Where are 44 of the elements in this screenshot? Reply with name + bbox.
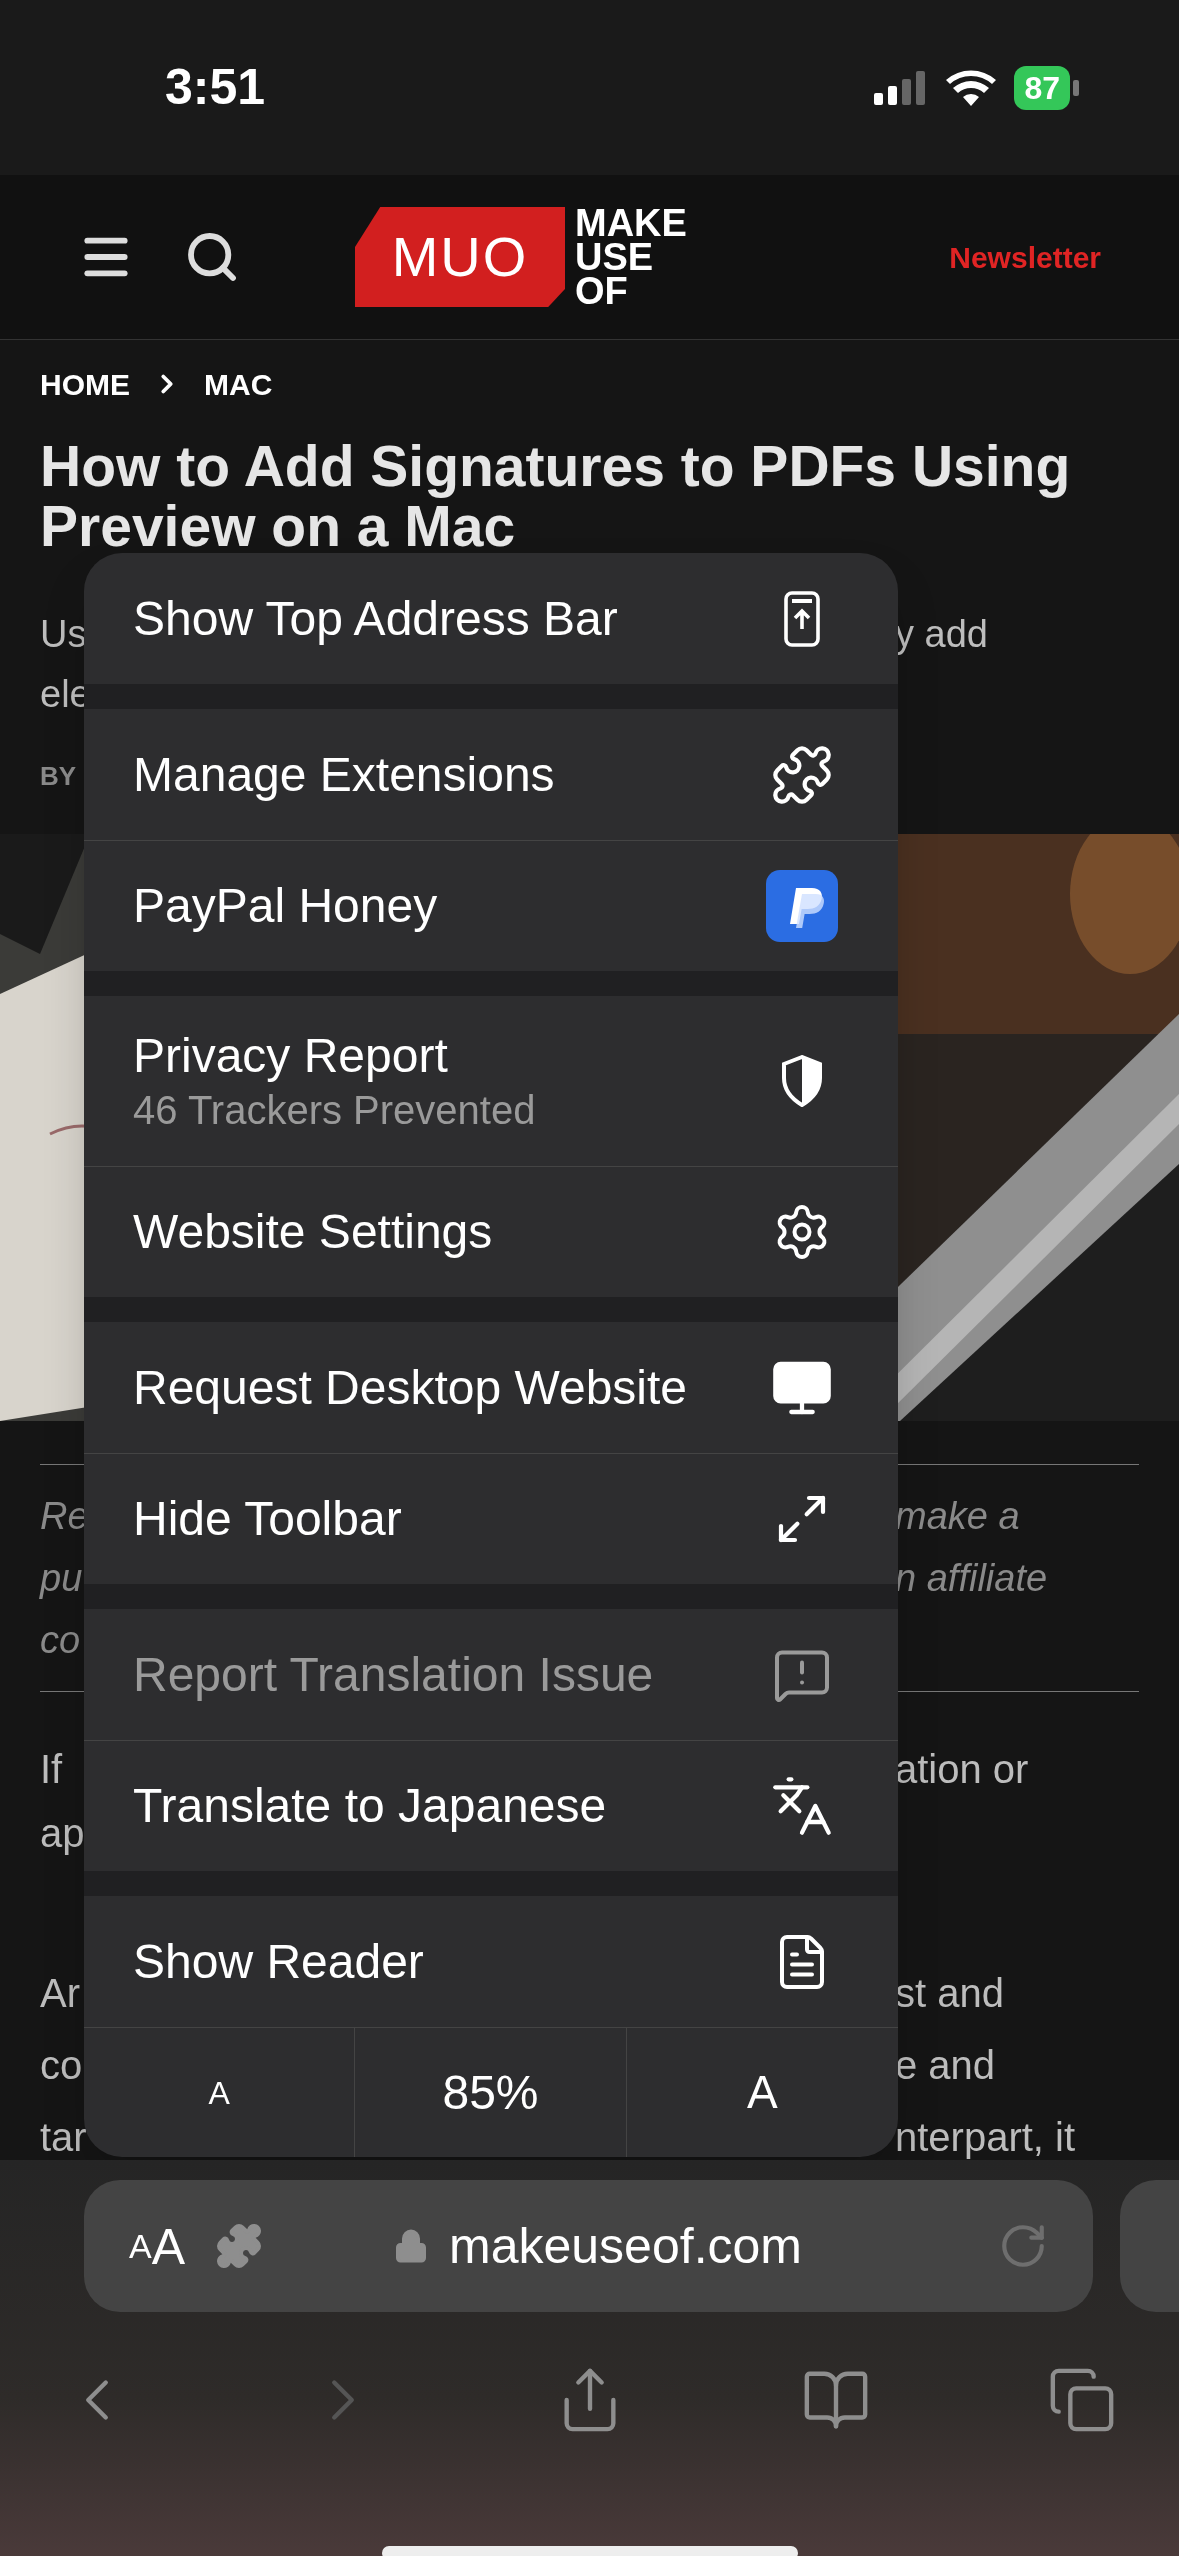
article-text: st and [895,1970,1005,2017]
zoom-percentage: 85% [355,2028,627,2157]
menu-item[interactable]: PayPal Honey [84,840,898,971]
logo-text: USE [575,240,655,274]
article-text: nterpart, it [895,2114,1077,2161]
article-title: How to Add Signatures to PDFs Using [40,436,1071,496]
wifi-icon [946,69,997,106]
article-text: ap [40,1810,85,1857]
logo-mark[interactable]: MUO [355,207,565,307]
article-text: Ar [40,1970,80,2017]
article-text: co [40,1618,81,1663]
logo-text: MAKE [575,206,687,240]
translate-icon [770,1774,834,1838]
breadcrumb-link[interactable]: MAC [204,361,273,407]
newsletter-link[interactable]: Newsletter [949,234,1101,280]
status-time: 3:51 [165,58,266,117]
increase-text-size-button[interactable]: A [626,2028,898,2157]
article-text: e and [895,2042,997,2089]
logo-text: OF [575,274,629,308]
address-bar[interactable]: AA makeuseof.com [84,2180,1093,2312]
paypal-logo-icon [766,870,838,942]
article-text: pu [40,1556,83,1601]
menu-item[interactable]: Privacy Report 46 Trackers Prevented [84,996,898,1166]
article-text: make a [895,1494,1021,1539]
menu-item[interactable]: Manage Extensions [84,709,898,840]
article-text: If [40,1746,63,1793]
article-text: ation or [895,1746,1030,1793]
article-text: Us [40,612,87,657]
battery-cap-icon [1073,79,1079,96]
menu-item[interactable]: Website Settings [84,1166,898,1297]
breadcrumb-link[interactable]: HOME [40,361,130,407]
url-text: makeuseof.com [449,2216,802,2276]
article-text: co [40,2042,83,2089]
menu-item[interactable]: Show Reader [84,1896,898,2027]
menu-item[interactable]: Request Desktop Website [84,1322,898,1453]
menu-item[interactable]: Show Top Address Bar [84,553,898,684]
shield-icon [780,1055,824,1107]
menu-item[interactable]: Translate to Japanese [84,1740,898,1871]
byline: BY [40,760,77,793]
menu-item[interactable]: Hide Toolbar [84,1453,898,1584]
puzzle-icon[interactable] [215,2222,264,2270]
text-size-button[interactable]: AA [129,2220,186,2272]
article-text: tar [40,2114,87,2161]
battery-level: 87 [1014,65,1070,110]
